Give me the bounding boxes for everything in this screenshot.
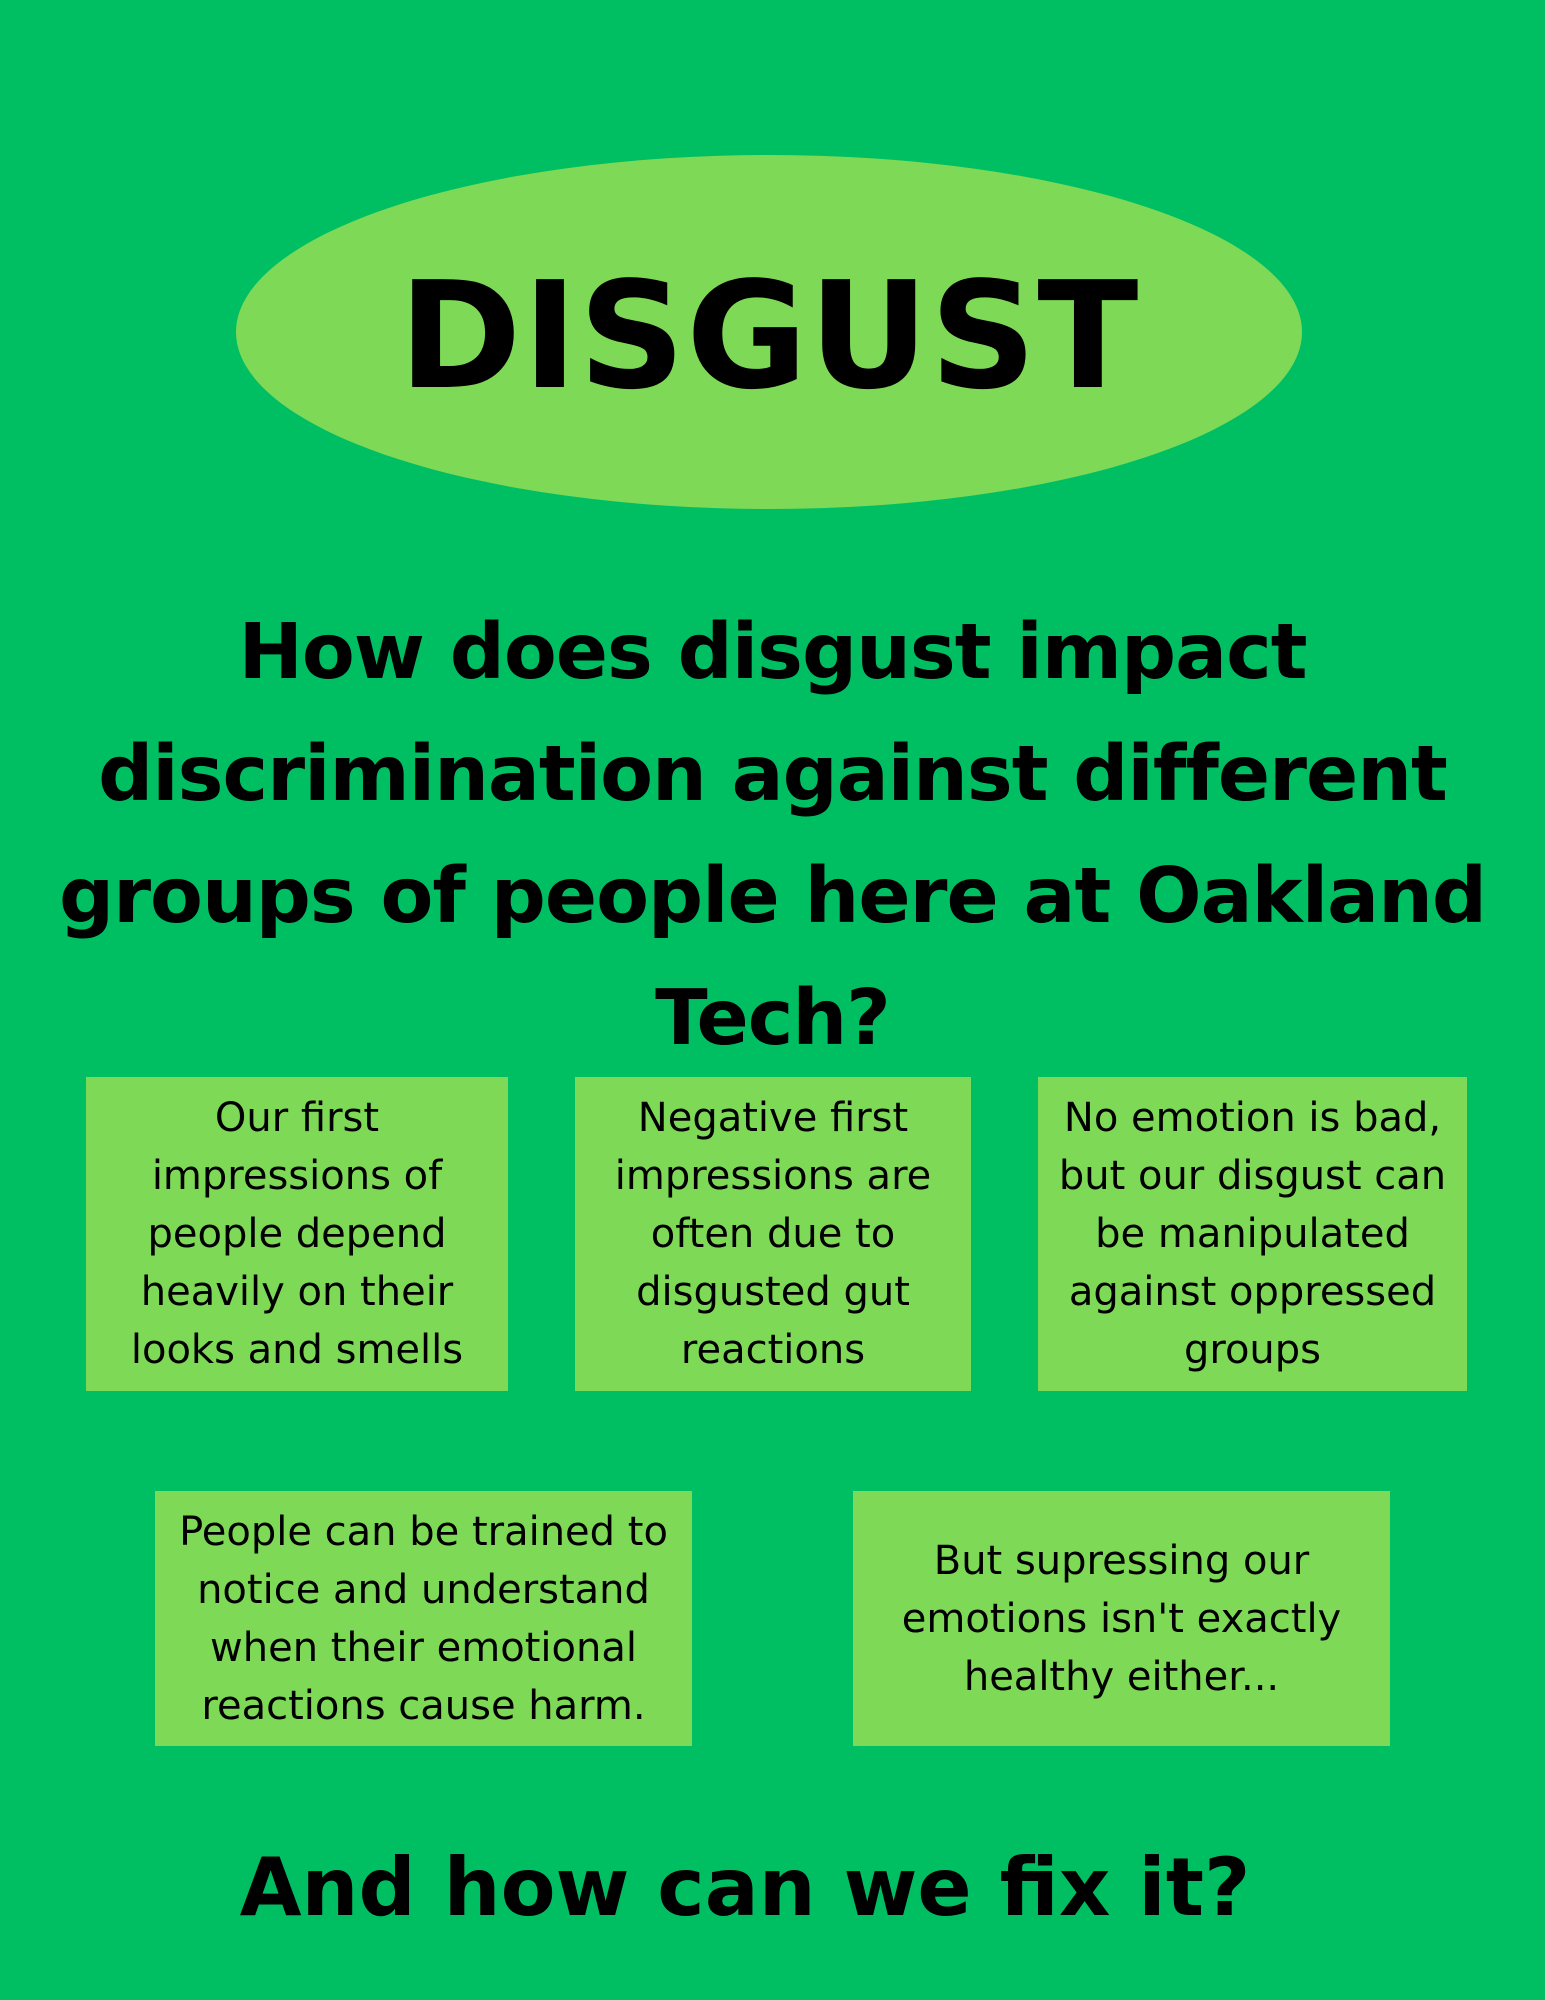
closing-question: And how can we fix it? (239, 1841, 1251, 1934)
info-box-text: But supressing our emotions isn't exactl… (901, 1537, 1342, 1700)
title-badge: DISGUST (236, 155, 1302, 509)
info-box-suppressing: But supressing our emotions isn't exactl… (853, 1491, 1390, 1746)
info-box-first-impressions: Our first impressions of people depend h… (86, 1077, 508, 1391)
info-box-training: People can be trained to notice and unde… (155, 1491, 692, 1746)
info-box-text: Negative first impressions are often due… (614, 1095, 932, 1373)
poster-title: DISGUST (398, 250, 1140, 422)
info-box-text: People can be trained to notice and unde… (179, 1508, 668, 1729)
info-box-negative-impressions: Negative first impressions are often due… (575, 1077, 971, 1391)
info-box-text: No emotion is bad, but our disgust can b… (1058, 1095, 1447, 1373)
info-box-text: Our first impressions of people depend h… (130, 1095, 464, 1373)
main-question: How does disgust impact discrimination a… (58, 608, 1487, 1063)
info-box-no-emotion-bad: No emotion is bad, but our disgust can b… (1038, 1077, 1467, 1391)
